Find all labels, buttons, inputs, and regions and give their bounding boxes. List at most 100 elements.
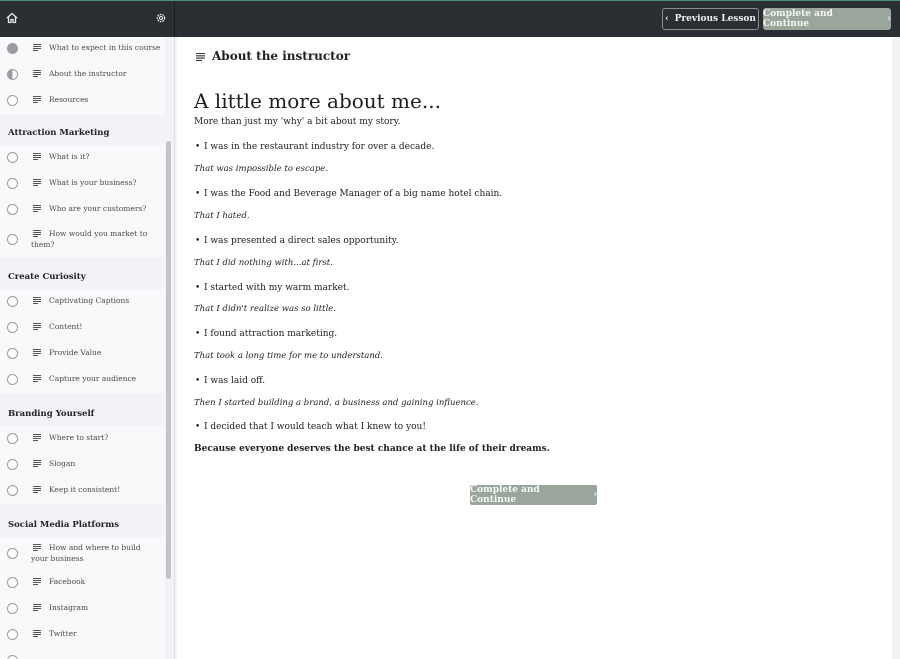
- completed-check-icon: [7, 43, 18, 54]
- section-title-social-media-platforms: Social Media Platforms: [8, 520, 120, 530]
- lesson-text-icon: [33, 70, 41, 77]
- sidebar-item-label: About the instructor: [49, 69, 127, 78]
- incomplete-circle-icon: [7, 577, 18, 588]
- sidebar-item-what-is-your-business[interactable]: What is your business?: [0, 171, 165, 197]
- sidebar-item-about-the-instructor[interactable]: About the instructor: [0, 63, 165, 89]
- complete-and-continue-button[interactable]: Complete and Continue ›: [470, 485, 597, 505]
- sidebar-item-label: Instagram: [49, 603, 89, 612]
- story-note: That I didn't realize was so little.: [194, 304, 337, 314]
- story-bullet: I found attraction marketing.: [195, 329, 337, 339]
- incomplete-circle-icon: [7, 629, 18, 640]
- sidebar-item-what-to-expect[interactable]: What to expect in this course: [0, 37, 165, 63]
- section-title-attraction-marketing: Attraction Marketing: [8, 128, 110, 138]
- sidebar-item-keep-it-consistent[interactable]: Keep it consistent!: [0, 478, 165, 504]
- home-icon[interactable]: [6, 12, 18, 24]
- section-title-branding-yourself: Branding Yourself: [8, 409, 95, 419]
- sidebar-item-how-would-you-market[interactable]: How would you market to them?: [0, 223, 165, 257]
- incomplete-circle-icon: [7, 204, 18, 215]
- previous-lesson-label: Previous Lesson: [674, 14, 756, 24]
- closing-statement: Because everyone deserves the best chanc…: [194, 444, 550, 454]
- intro-text: More than just my 'why' a bit about my s…: [194, 117, 401, 127]
- sidebar-item-label: Keep it consistent!: [49, 485, 121, 494]
- story-bullet: I was the Food and Beverage Manager of a…: [195, 189, 502, 199]
- sidebar-item-label: Captivating Captions: [49, 296, 130, 305]
- lesson-text-icon: [33, 205, 41, 212]
- incomplete-circle-icon: [7, 234, 18, 245]
- sidebar-item-resources[interactable]: Resources: [0, 89, 165, 115]
- sidebar-item-label: Resources: [49, 95, 89, 104]
- sidebar-item-label: Slogan: [49, 459, 76, 468]
- story-note: That I hated.: [194, 211, 250, 221]
- lesson-text-icon: [33, 349, 41, 356]
- story-note: That was impossible to escape.: [194, 164, 329, 174]
- lesson-text-icon: [33, 153, 41, 160]
- incomplete-circle-icon: [7, 485, 18, 496]
- lesson-text-icon: [33, 297, 41, 304]
- story-note: That took a long time for me to understa…: [194, 351, 383, 361]
- sidebar-item-facebook[interactable]: Facebook: [0, 570, 165, 596]
- lesson-text-icon: [33, 44, 41, 51]
- lesson-text-icon: [33, 323, 41, 330]
- sidebar-item-twitter[interactable]: Twitter: [0, 622, 165, 648]
- incomplete-circle-icon: [7, 296, 18, 307]
- lesson-text-icon: [196, 53, 205, 61]
- sidebar-item-label: Capture your audience: [49, 374, 137, 383]
- lesson-text-icon: [33, 434, 41, 441]
- incomplete-circle-icon: [7, 374, 18, 385]
- sidebar-item-content[interactable]: Content!: [0, 315, 165, 341]
- lesson-text-icon: [33, 179, 41, 186]
- sidebar-item-label: What is it?: [49, 152, 90, 161]
- sidebar-item-label: What to expect in this course: [49, 43, 161, 52]
- lesson-text-icon: [33, 96, 41, 103]
- lesson-title: About the instructor: [212, 49, 351, 63]
- topbar-left-panel: [0, 1, 175, 37]
- section-title-create-curiosity: Create Curiosity: [8, 272, 86, 282]
- sidebar-item-slogan[interactable]: Slogan: [0, 452, 165, 478]
- lesson-text-icon: [33, 486, 41, 493]
- sidebar-scrollbar[interactable]: [166, 141, 171, 579]
- story-bullet: I was presented a direct sales opportuni…: [195, 236, 398, 246]
- sidebar-item-label: Who are your customers?: [49, 204, 147, 213]
- page-heading: A little more about me...: [194, 89, 441, 113]
- lesson-text-icon: [33, 630, 41, 637]
- lesson-content: About the instructor A little more about…: [177, 37, 892, 659]
- sidebar-item-label: How would you market to them?: [31, 229, 148, 249]
- sidebar-item-provide-value[interactable]: Provide Value: [0, 341, 165, 367]
- sidebar-item-label: Twitter: [49, 629, 77, 638]
- gear-icon[interactable]: [155, 12, 167, 24]
- sidebar-item-label: Content!: [49, 322, 83, 331]
- story-bullet: I decided that I would teach what I knew…: [195, 422, 426, 432]
- complete-and-continue-label: Complete and Continue: [470, 485, 540, 505]
- story-bullet: I was laid off.: [195, 376, 265, 386]
- sidebar-item-how-and-where-to-build[interactable]: How and where to build your business: [0, 537, 165, 570]
- incomplete-circle-icon: [7, 603, 18, 614]
- sidebar-item-captivating-captions[interactable]: Captivating Captions: [0, 289, 165, 315]
- complete-and-continue-button-top[interactable]: Complete and Continue ›: [763, 8, 891, 30]
- sidebar-item-label: What is your business?: [49, 178, 137, 187]
- sidebar-item-label: Facebook: [49, 577, 86, 586]
- sidebar-item-where-to-start[interactable]: Where to start?: [0, 426, 165, 452]
- sidebar-item-instagram[interactable]: Instagram: [0, 596, 165, 622]
- chevron-left-icon: ‹: [665, 14, 669, 24]
- incomplete-circle-icon: [7, 348, 18, 359]
- sidebar-item-who-are-your-customers[interactable]: Who are your customers?: [0, 197, 165, 223]
- lesson-text-icon: [33, 460, 41, 467]
- incomplete-circle-icon: [7, 178, 18, 189]
- incomplete-circle-icon: [7, 459, 18, 470]
- story-bullet: I started with my warm market.: [195, 283, 349, 293]
- story-bullet: I was in the restaurant industry for ove…: [195, 142, 434, 152]
- incomplete-circle-icon: [7, 95, 18, 106]
- sidebar-item-label: Where to start?: [49, 433, 109, 442]
- in-progress-icon: [7, 69, 18, 80]
- lesson-text-icon: [33, 578, 41, 585]
- sidebar-item-what-is-it[interactable]: What is it?: [0, 145, 165, 171]
- course-sidebar: What to expect in this course About the …: [0, 37, 175, 659]
- sidebar-item-partial[interactable]: [0, 648, 165, 659]
- previous-lesson-button[interactable]: ‹ Previous Lesson: [662, 8, 759, 30]
- complete-and-continue-label: Complete and Continue: [763, 9, 833, 29]
- chevron-right-icon: ›: [887, 14, 891, 24]
- sidebar-item-capture-your-audience[interactable]: Capture your audience: [0, 367, 165, 393]
- chevron-right-icon: ›: [593, 490, 597, 500]
- lesson-text-icon: [33, 604, 41, 611]
- incomplete-circle-icon: [7, 655, 18, 659]
